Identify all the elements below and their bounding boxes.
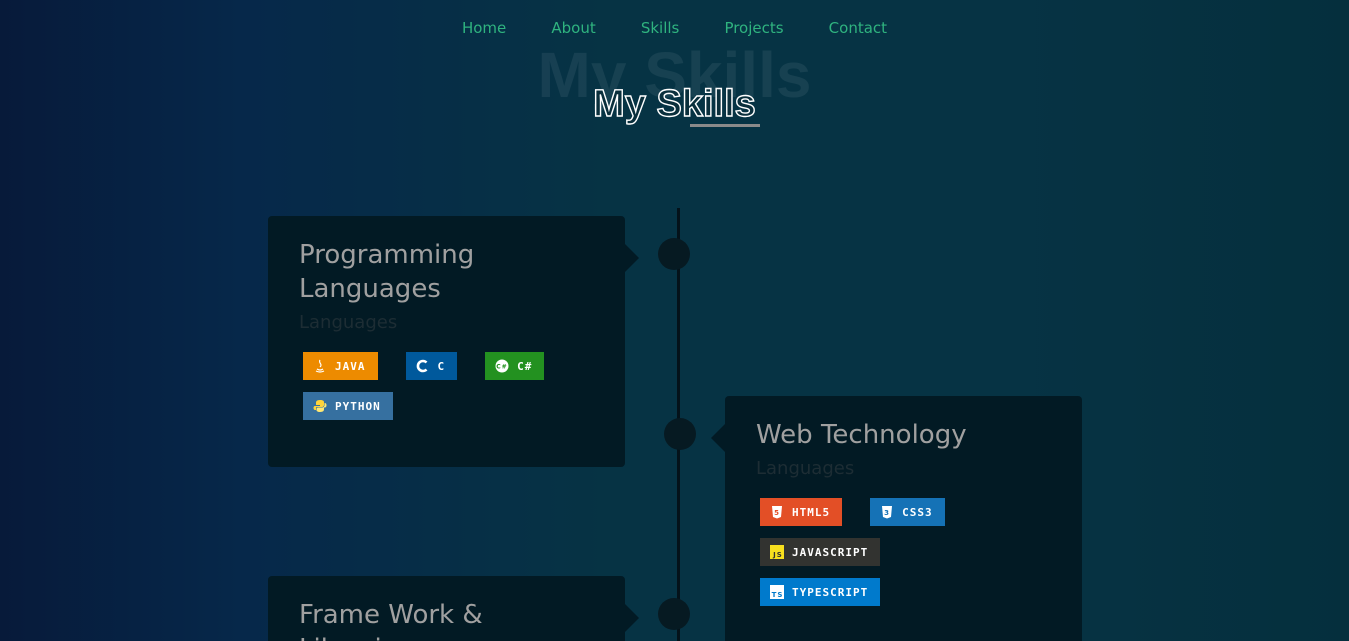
card-title: Programming Languages (299, 240, 475, 304)
css3-badge: 3 CSS3 (870, 498, 945, 526)
python-badge: PYTHON (303, 392, 393, 420)
badge-list: JAVA C C# C# PYTHON (299, 352, 569, 432)
python-icon (313, 399, 327, 413)
svg-text:C#: C# (496, 364, 507, 371)
badge-label: TYPESCRIPT (792, 585, 869, 599)
card-subtitle: Languages (299, 312, 398, 333)
c-badge: C (405, 352, 458, 380)
css3-icon: 3 (880, 505, 894, 519)
card-title: Web Technology (756, 420, 967, 450)
typescript-badge: TS TYPESCRIPT (760, 578, 881, 606)
timeline-dot (664, 418, 696, 450)
badge-label: PYTHON (335, 399, 381, 413)
nav-about-link[interactable]: About (551, 18, 595, 38)
svg-text:TS: TS (772, 591, 784, 599)
timeline-dot (658, 598, 690, 630)
card-title: Frame Work & Libraries (299, 600, 483, 641)
badge-label: C (437, 359, 446, 373)
badge-label: JAVA (335, 359, 366, 373)
java-icon (313, 359, 327, 373)
csharp-icon: C# (495, 359, 509, 373)
java-badge: JAVA (303, 352, 378, 380)
badge-label: C# (517, 359, 533, 373)
top-nav: Home About Skills Projects Contact (0, 18, 1349, 38)
c-icon (416, 359, 430, 373)
nav-contact-link[interactable]: Contact (829, 18, 887, 38)
html5-badge: 5 HTML5 (760, 498, 843, 526)
title-underline (690, 124, 760, 127)
badge-label: JAVASCRIPT (792, 545, 869, 559)
nav-skills-link[interactable]: Skills (641, 18, 680, 38)
svg-text:5: 5 (774, 509, 780, 517)
badge-label: CSS3 (902, 505, 933, 519)
svg-text:JS: JS (772, 551, 783, 559)
skill-card-web-technology: Web Technology Languages 5 HTML5 3 CSS3 … (711, 396, 1082, 641)
javascript-badge: JS JAVASCRIPT (760, 538, 881, 566)
card-subtitle: Languages (756, 458, 855, 479)
csharp-badge: C# C# (485, 352, 545, 380)
html5-icon: 5 (770, 505, 784, 519)
svg-text:3: 3 (884, 509, 890, 517)
javascript-icon: JS (770, 545, 784, 559)
card-pointer (625, 604, 639, 632)
card-pointer (625, 244, 639, 272)
nav-home-link[interactable]: Home (462, 18, 506, 38)
section-title: My Skills (592, 82, 756, 125)
nav-projects-link[interactable]: Projects (724, 18, 783, 38)
skill-card-frameworks-libraries: Frame Work & Libraries (268, 576, 639, 641)
typescript-icon: TS (770, 585, 784, 599)
timeline-dot (658, 238, 690, 270)
badge-label: HTML5 (792, 505, 831, 519)
badge-list: 5 HTML5 3 CSS3 JS JAVASCRIPT TS TYPESCRI… (756, 498, 1026, 618)
skill-card-programming-languages: Programming Languages Languages JAVA C C… (268, 216, 639, 467)
card-pointer (711, 424, 725, 452)
